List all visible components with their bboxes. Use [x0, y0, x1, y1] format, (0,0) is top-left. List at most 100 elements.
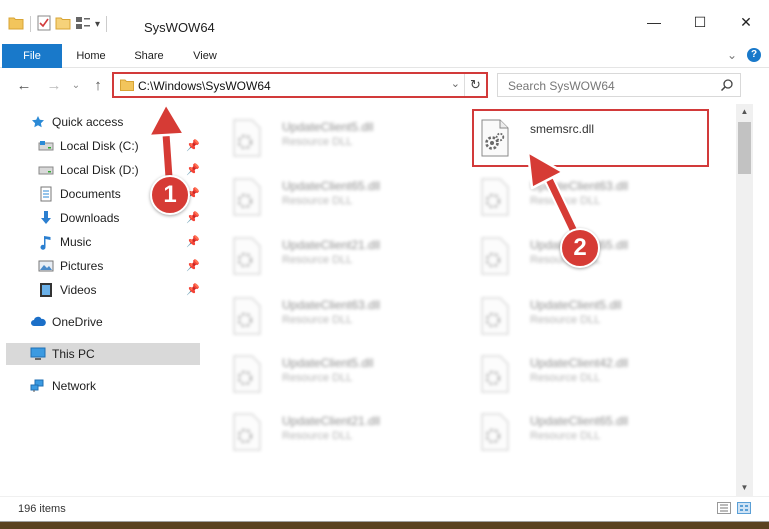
sidebar-item-label: Network: [52, 379, 97, 393]
pin-icon[interactable]: 📌: [186, 259, 200, 272]
address-path[interactable]: C:\Windows\SysWOW64: [138, 79, 271, 93]
file-type: Resource DLL: [530, 372, 601, 384]
file-type: Resource DLL: [282, 430, 353, 442]
dll-file-icon: [230, 118, 264, 158]
minimize-icon: —: [647, 14, 661, 30]
sidebar-item-label: Documents: [60, 187, 121, 201]
tab-view[interactable]: View: [180, 44, 230, 68]
file-type: Resource DLL: [282, 195, 353, 207]
pin-icon[interactable]: 📌: [186, 163, 200, 176]
dll-file-icon: [478, 412, 512, 452]
close-button[interactable]: ✕: [723, 0, 769, 44]
forward-arrow-icon: →: [46, 77, 62, 94]
sidebar-item-documents[interactable]: Documents: [38, 183, 121, 205]
folder-icon[interactable]: [8, 16, 24, 33]
file-type: Resource DLL: [530, 430, 601, 442]
sidebar-item-network[interactable]: Network: [30, 375, 96, 397]
pin-icon[interactable]: 📌: [186, 211, 200, 224]
list-item[interactable]: UpdateClient5.dll Resource DLL: [216, 348, 452, 394]
dll-file-icon: [478, 354, 512, 394]
scroll-thumb[interactable]: [738, 122, 751, 174]
search-box[interactable]: Search SysWOW64: [497, 73, 741, 97]
properties-icon[interactable]: [37, 15, 51, 34]
sidebar-item-label: Local Disk (D:): [60, 163, 139, 177]
list-item[interactable]: UpdateClient65.dll Resource DLL: [216, 171, 452, 217]
cloud-icon: [30, 314, 46, 330]
list-item[interactable]: UpdateClient21.dll Resource DLL: [216, 230, 452, 276]
window-title: SysWOW64: [144, 20, 215, 35]
tab-home[interactable]: Home: [66, 44, 116, 68]
list-item[interactable]: UpdateClient21.dll Resource DLL: [216, 406, 452, 452]
folder-icon: [120, 79, 134, 94]
scroll-down-icon[interactable]: ▼: [736, 480, 753, 496]
list-item[interactable]: UpdateClient5.dll Resource DLL: [216, 112, 452, 158]
title-bar: ▾ SysWOW64 — ☐ ✕: [0, 0, 769, 44]
sidebar-item-label: OneDrive: [52, 315, 103, 329]
forward-button[interactable]: →: [44, 76, 64, 96]
file-name: UpdateClient63.dll: [530, 179, 629, 193]
list-item[interactable]: UpdateClient63.dll Resource DLL: [216, 290, 452, 336]
file-name: UpdateClient42.dll: [530, 356, 629, 370]
help-icon[interactable]: ?: [747, 48, 761, 62]
pictures-icon: [38, 258, 54, 274]
quick-access-toolbar: ▾: [8, 14, 109, 34]
tab-file[interactable]: File: [2, 44, 62, 68]
pin-icon[interactable]: 📌: [186, 235, 200, 248]
back-button[interactable]: ←: [14, 76, 34, 96]
file-type: Resource DLL: [282, 254, 353, 266]
pin-icon[interactable]: 📌: [186, 283, 200, 296]
recent-locations-button[interactable]: ⌄: [66, 76, 86, 96]
close-icon: ✕: [740, 13, 752, 30]
sidebar-item-local-disk-d[interactable]: Local Disk (D:): [38, 159, 139, 181]
network-icon: [30, 378, 46, 394]
up-button[interactable]: ↑: [88, 76, 108, 96]
tiles-view-icon[interactable]: [737, 502, 751, 517]
pin-icon[interactable]: 📌: [186, 139, 200, 152]
new-folder-icon[interactable]: [55, 16, 71, 33]
sidebar-item-onedrive[interactable]: OneDrive: [30, 311, 103, 333]
sidebar-item-label: Local Disk (C:): [60, 139, 139, 153]
sidebar-item-downloads[interactable]: Downloads: [38, 207, 119, 229]
dll-file-icon: [478, 177, 512, 217]
file-name: UpdateClient5.dll: [282, 356, 374, 370]
sidebar-item-this-pc[interactable]: This PC: [30, 343, 95, 365]
ribbon-tabs: File Home Share View ⌄ ?: [0, 44, 769, 68]
view-options-icon[interactable]: [75, 16, 91, 33]
expand-ribbon-icon[interactable]: ⌄: [727, 48, 737, 62]
dll-file-icon: [230, 296, 264, 336]
divider: [106, 16, 108, 32]
sidebar-item-quick-access[interactable]: Quick access: [30, 111, 123, 133]
list-item[interactable]: UpdateClient42.dll Resource DLL: [464, 348, 700, 394]
sidebar-item-pictures[interactable]: Pictures: [38, 255, 103, 277]
maximize-button[interactable]: ☐: [677, 0, 723, 44]
sidebar-item-label: Quick access: [52, 115, 124, 129]
computer-icon: [30, 346, 46, 362]
tab-share[interactable]: Share: [124, 44, 174, 68]
vertical-scrollbar[interactable]: ▲ ▼: [736, 104, 753, 496]
file-name: UpdateClient65.dll: [530, 414, 629, 428]
refresh-button[interactable]: ↻: [464, 74, 486, 96]
sidebar-item-music[interactable]: Music: [38, 231, 91, 253]
list-item[interactable]: UpdateClient5.dll Resource DLL: [464, 290, 700, 336]
maximize-icon: ☐: [693, 13, 707, 30]
customize-toolbar-icon[interactable]: ▾: [95, 19, 100, 30]
sidebar-item-local-disk-c[interactable]: Local Disk (C:): [38, 135, 139, 157]
sidebar-item-videos[interactable]: Videos: [38, 279, 96, 301]
file-type: Resource DLL: [282, 314, 353, 326]
file-type: Resource DLL: [282, 136, 353, 148]
minimize-button[interactable]: —: [631, 0, 677, 44]
details-view-icon[interactable]: [717, 502, 731, 517]
sidebar-item-label: Videos: [60, 283, 97, 297]
dll-file-icon: [230, 412, 264, 452]
list-item[interactable]: UpdateClient63.dll Resource DLL: [464, 171, 700, 217]
dll-file-icon: [230, 236, 264, 276]
downloads-icon: [38, 210, 54, 226]
scroll-up-icon[interactable]: ▲: [736, 104, 753, 120]
search-input[interactable]: Search SysWOW64: [508, 79, 615, 93]
navigation-pane: Quick access Local Disk (C:) 📌 Local Dis…: [0, 108, 200, 496]
address-bar[interactable]: C:\Windows\SysWOW64 ⌄ ↻: [112, 72, 488, 98]
list-item[interactable]: UpdateClient65.dll Resource DLL: [464, 406, 700, 452]
status-bar: 196 items: [0, 496, 769, 522]
dll-file-icon: [478, 296, 512, 336]
chevron-down-icon[interactable]: ⌄: [451, 77, 460, 90]
